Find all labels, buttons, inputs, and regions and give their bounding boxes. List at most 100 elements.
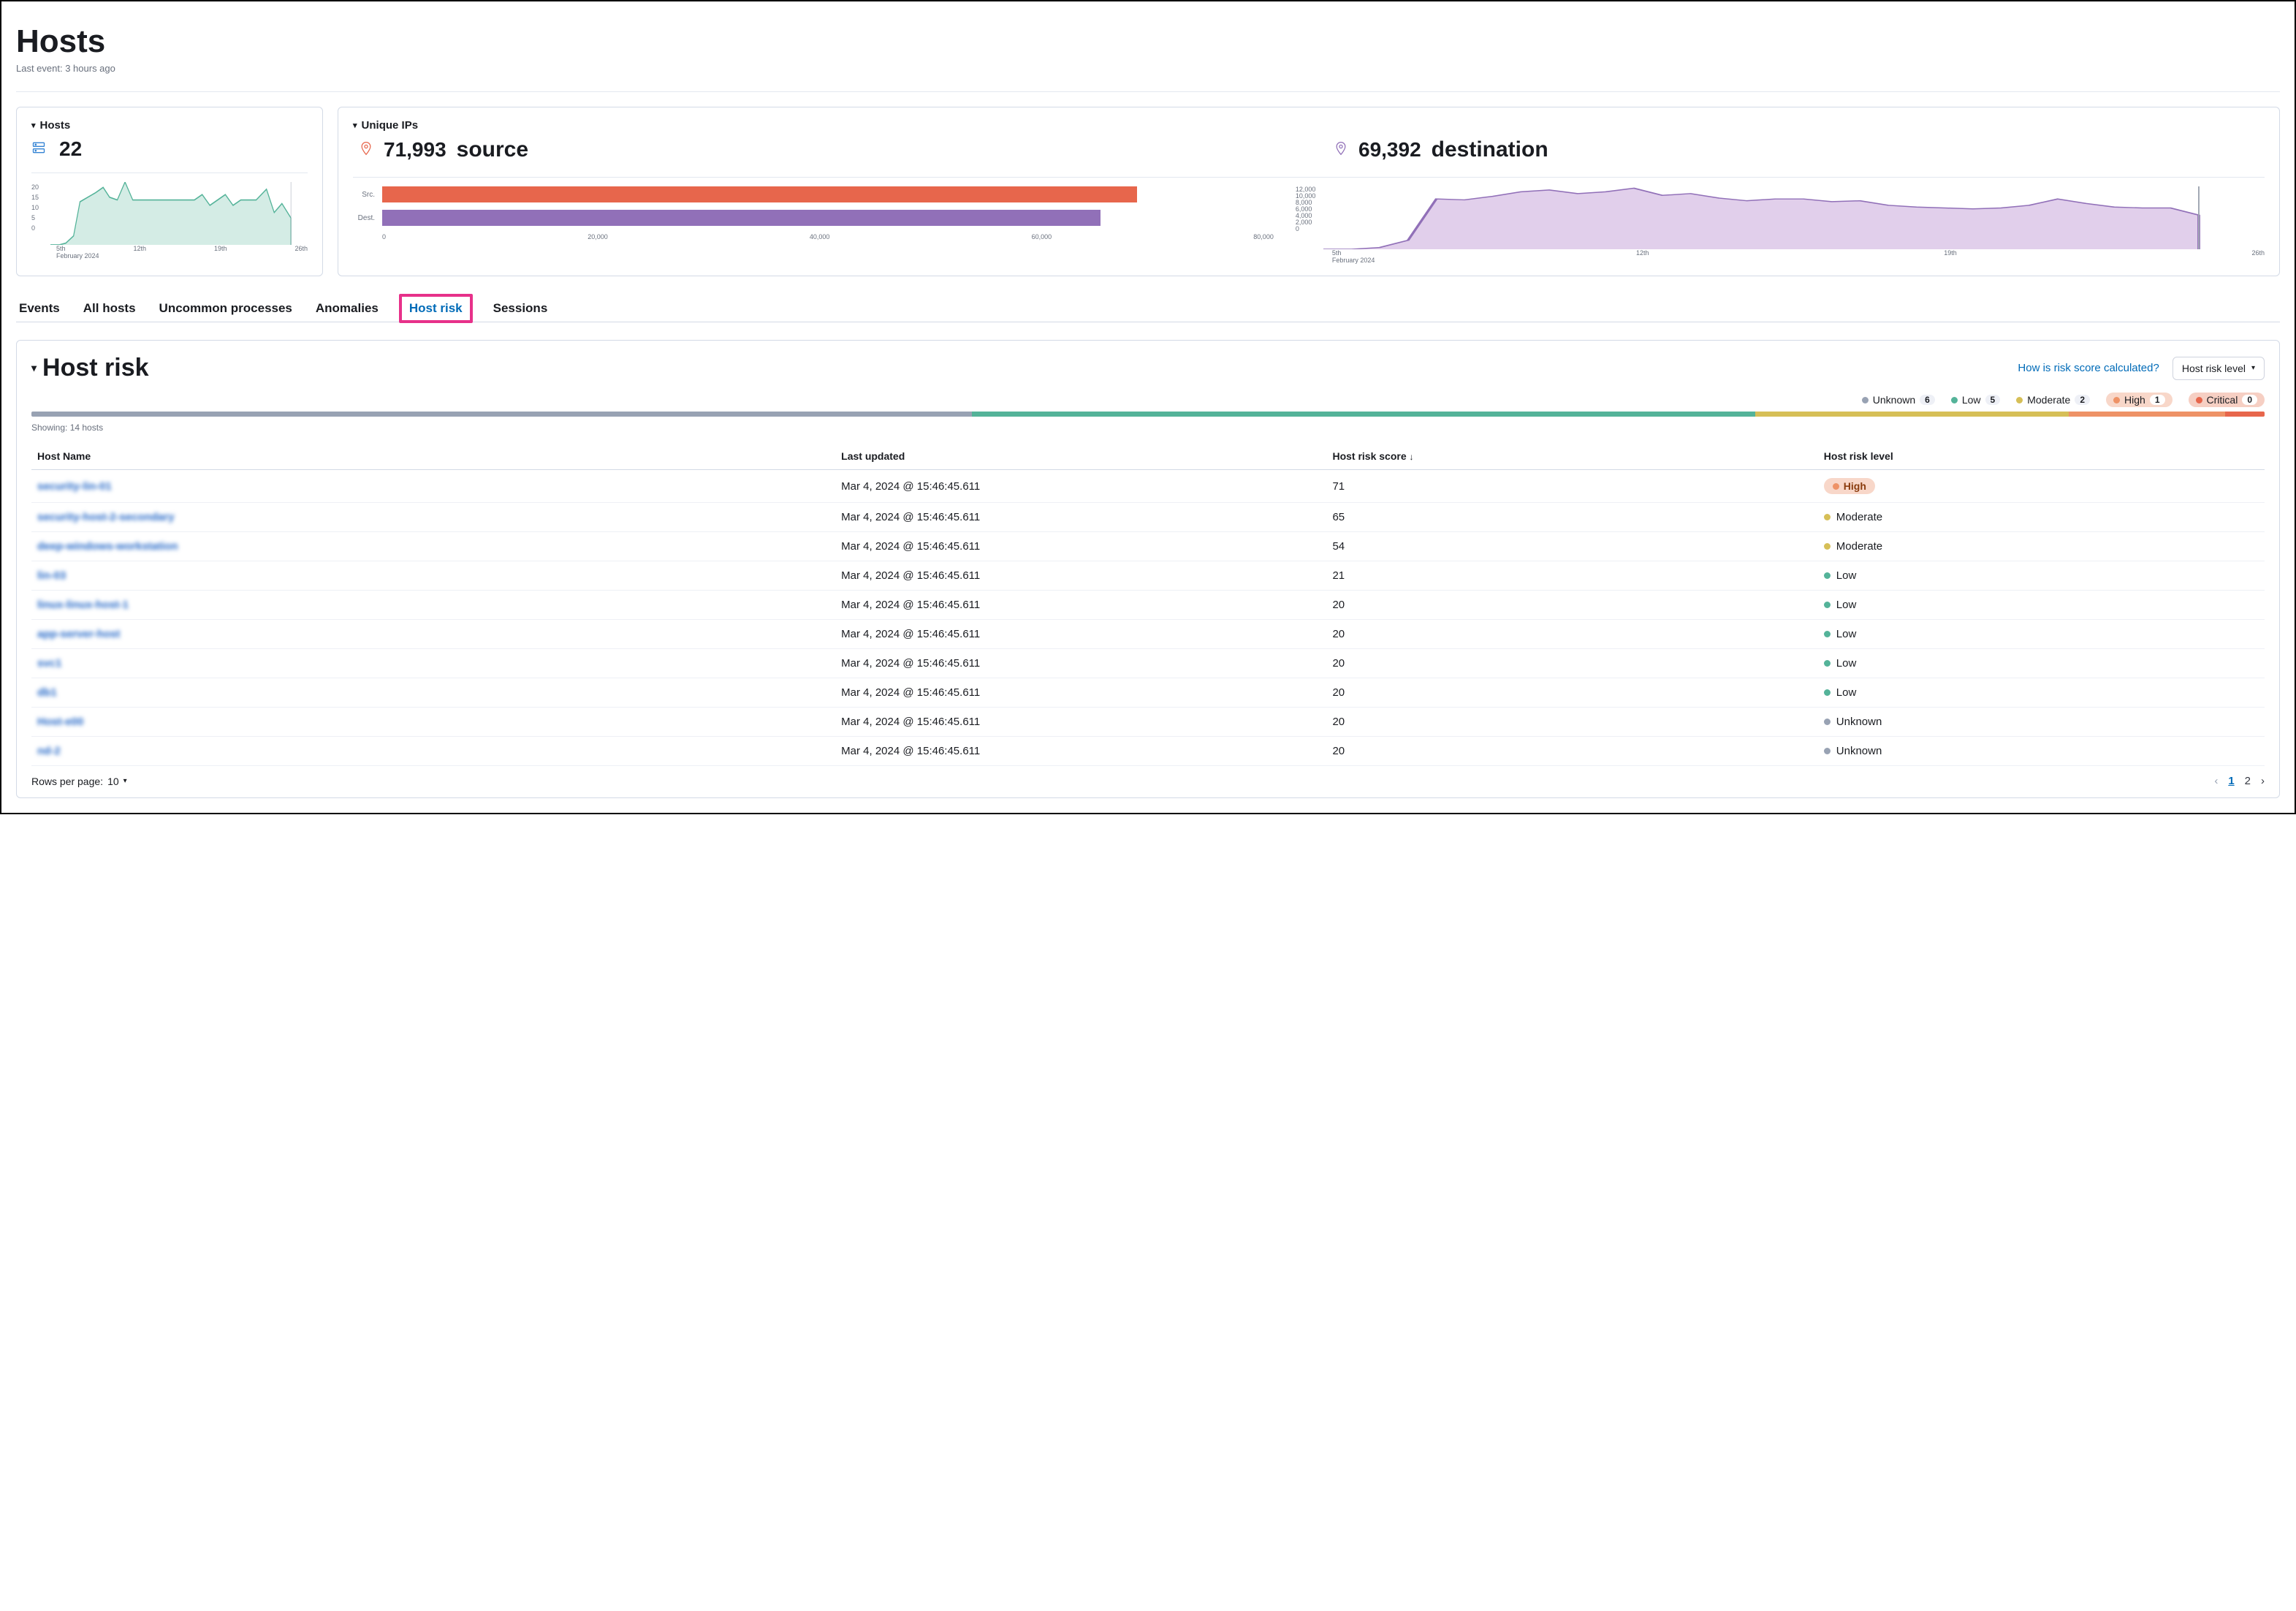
legend-count: 2 <box>2075 395 2090 405</box>
chevron-down-icon: ▾ <box>31 121 36 130</box>
dot-icon <box>1862 397 1869 403</box>
risk-level-text: Unknown <box>1836 716 1882 728</box>
cell-score: 20 <box>1326 591 1817 620</box>
host-link[interactable]: security-host-2-secondary <box>37 511 175 523</box>
unique-ips-bar-chart[interactable]: Src. Dest. 0 20,000 40,000 60,000 80,000 <box>353 186 1274 264</box>
panel-title[interactable]: ▾ Host risk <box>31 354 149 382</box>
kpi-dest-label: destination <box>1432 137 1548 162</box>
kpi-hosts-label: Hosts <box>40 119 71 132</box>
cell-updated: Mar 4, 2024 @ 15:46:45.611 <box>835 561 1326 591</box>
risk-level-text: Low <box>1836 657 1857 670</box>
server-icon <box>31 140 46 159</box>
bar-dest <box>382 210 1101 226</box>
risk-distribution-bar <box>31 412 2265 417</box>
dot-icon <box>1951 397 1958 403</box>
tab-sessions[interactable]: Sessions <box>490 295 551 322</box>
col-risk-score[interactable]: Host risk score ↓ <box>1326 443 1817 470</box>
kpi-dest-value: 69,392 <box>1358 138 1421 162</box>
host-risk-table: Host Name Last updated Host risk score ↓… <box>31 443 2265 766</box>
col-last-updated[interactable]: Last updated <box>835 443 1326 470</box>
table-row: db1Mar 4, 2024 @ 15:46:45.61120Low <box>31 678 2265 708</box>
tabs: Events All hosts Uncommon processes Anom… <box>16 294 2280 322</box>
host-link[interactable]: lin-03 <box>37 569 66 582</box>
area-x-month: February 2024 <box>1296 257 2265 264</box>
legend-count: 5 <box>1985 395 2001 405</box>
map-pin-icon <box>1334 141 1348 159</box>
hosts-mini-chart[interactable]: 20 15 10 5 0 <box>31 182 308 245</box>
cell-level: Low <box>1818 678 2265 708</box>
tab-host-risk[interactable]: Host risk <box>399 294 473 323</box>
dot-icon <box>1824 631 1831 637</box>
area-x-axis: 5th 12th 19th 26th <box>1296 249 2265 257</box>
tab-uncommon-processes[interactable]: Uncommon processes <box>156 295 295 322</box>
cell-level: Moderate <box>1818 532 2265 561</box>
table-row: nd-2Mar 4, 2024 @ 15:46:45.61120Unknown <box>31 737 2265 766</box>
cell-level: Low <box>1818 591 2265 620</box>
dot-icon <box>1824 514 1831 520</box>
bar-src <box>382 186 1137 202</box>
legend-critical[interactable]: Critical 0 <box>2189 393 2265 407</box>
dot-icon <box>1824 602 1831 608</box>
host-link[interactable]: app-server-host <box>37 628 120 640</box>
legend-count: 0 <box>2242 395 2257 405</box>
host-link[interactable]: db1 <box>37 686 57 699</box>
host-link[interactable]: nd-2 <box>37 745 61 757</box>
unique-ips-area-chart[interactable]: 12,000 10,000 8,000 6,000 4,000 2,000 0 … <box>1296 186 2265 264</box>
risk-level-text: Low <box>1836 569 1857 582</box>
risk-level-select[interactable]: Host risk level ▾ <box>2173 357 2265 380</box>
cell-updated: Mar 4, 2024 @ 15:46:45.611 <box>835 591 1326 620</box>
kpi-hosts-value: 22 <box>59 137 82 161</box>
kpi-source-label: source <box>457 137 528 162</box>
chevron-down-icon: ▾ <box>353 121 357 130</box>
dot-icon <box>1824 719 1831 725</box>
page-2[interactable]: 2 <box>2245 775 2251 787</box>
legend-low[interactable]: Low 5 <box>1951 394 2000 406</box>
page-1[interactable]: 1 <box>2228 775 2234 787</box>
rows-per-page-select[interactable]: Rows per page: 10 ▾ <box>31 776 127 787</box>
dot-icon <box>1824 689 1831 696</box>
tab-all-hosts[interactable]: All hosts <box>80 295 139 322</box>
page-title: Hosts <box>16 23 2280 60</box>
cell-score: 54 <box>1326 532 1817 561</box>
host-link[interactable]: deep-windows-workstation <box>37 540 178 553</box>
kpi-hosts-header[interactable]: ▾ Hosts <box>31 119 308 132</box>
col-risk-level[interactable]: Host risk level <box>1818 443 2265 470</box>
dot-icon <box>2196 397 2202 403</box>
cell-updated: Mar 4, 2024 @ 15:46:45.611 <box>835 470 1326 503</box>
host-link[interactable]: Host-e00 <box>37 716 83 728</box>
next-page-button[interactable]: › <box>2261 775 2265 787</box>
cell-level: Low <box>1818 649 2265 678</box>
kpi-ips-label: Unique IPs <box>362 119 419 132</box>
table-row: lin-03 Mar 4, 2024 @ 15:46:45.61121 Low <box>31 561 2265 591</box>
chart-x-axis: 5th 12th 19th 26th <box>31 245 308 252</box>
sort-desc-icon: ↓ <box>1410 452 1414 462</box>
host-link[interactable]: security-lin-01 <box>37 480 112 493</box>
legend-moderate[interactable]: Moderate 2 <box>2016 394 2090 406</box>
host-risk-panel: ▾ Host risk How is risk score calculated… <box>16 340 2280 798</box>
chevron-down-icon: ▾ <box>123 777 127 785</box>
cell-score: 21 <box>1326 561 1817 591</box>
tab-events[interactable]: Events <box>16 295 63 322</box>
cell-score: 20 <box>1326 620 1817 649</box>
how-calculated-link[interactable]: How is risk score calculated? <box>2018 362 2159 374</box>
legend-count: 1 <box>2150 395 2165 405</box>
host-link[interactable]: linux-linux-host-1 <box>37 599 129 611</box>
kpi-ips-header[interactable]: ▾ Unique IPs <box>353 119 2265 132</box>
bar-x-axis: 0 20,000 40,000 60,000 80,000 <box>382 233 1274 240</box>
legend-unknown[interactable]: Unknown 6 <box>1862 394 1935 406</box>
cell-updated: Mar 4, 2024 @ 15:46:45.611 <box>835 620 1326 649</box>
cell-score: 20 <box>1326 737 1817 766</box>
tab-anomalies[interactable]: Anomalies <box>313 295 381 322</box>
bar-label-src: Src. <box>353 191 375 199</box>
cell-level: Unknown <box>1818 737 2265 766</box>
kpi-source-value: 71,993 <box>384 138 446 162</box>
col-host-name[interactable]: Host Name <box>31 443 835 470</box>
risk-level-text: Moderate <box>1836 540 1882 553</box>
prev-page-button[interactable]: ‹ <box>2214 775 2218 787</box>
cell-score: 20 <box>1326 649 1817 678</box>
map-pin-icon <box>359 141 373 159</box>
cell-level: Low <box>1818 561 2265 591</box>
legend-high[interactable]: High 1 <box>2106 393 2172 407</box>
risk-legend: Unknown 6 Low 5 Moderate 2 High 1 Critic… <box>31 393 2265 407</box>
host-link[interactable]: svc1 <box>37 657 61 670</box>
